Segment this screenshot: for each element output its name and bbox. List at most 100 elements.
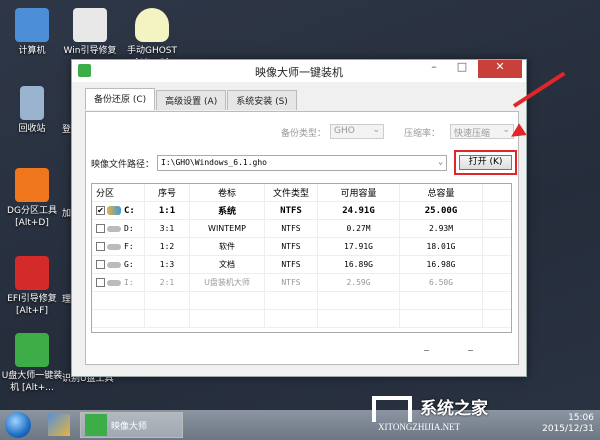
column-header[interactable]: 可用容量 xyxy=(318,184,400,201)
desktop-icon-computer[interactable]: 计算机 xyxy=(0,8,64,57)
chevron-down-icon: ⌄ xyxy=(372,125,380,135)
cell-number: 3:1 xyxy=(145,220,190,237)
table-row[interactable]: D: 3:1 WINTEMP NTFS 0.27M 2.93M xyxy=(92,220,511,238)
row-checkbox[interactable] xyxy=(96,242,105,251)
column-header[interactable]: 总容量 xyxy=(400,184,483,201)
first-aid-kit-icon xyxy=(73,8,107,42)
compress-value: 快速压缩 xyxy=(454,129,491,139)
cell-number: 1:1 xyxy=(145,202,190,219)
image-path-input[interactable]: I:\GHO\Windows_6.1.gho ⌄ xyxy=(157,155,447,171)
cell-label: 文档 xyxy=(190,256,265,273)
maximize-button[interactable]: □ xyxy=(448,60,476,78)
compress-select[interactable]: 快速压缩 ⌄ xyxy=(450,124,514,139)
drive-icon xyxy=(107,225,121,232)
recycle-bin-icon xyxy=(20,86,44,120)
taskbar-app-label: 映像大师 xyxy=(111,421,148,432)
start-button[interactable] xyxy=(5,412,31,438)
cell-total: 2.93M xyxy=(400,220,483,237)
desktop-icon-recycle-bin[interactable]: 回收站 xyxy=(0,86,64,135)
table-row[interactable]: I: 2:1 U盘装机大师 NTFS 2.59G 6.50G xyxy=(92,274,511,292)
watermark: 系统之家 xyxy=(372,394,488,422)
backup-type-select[interactable]: GHO ⌄ xyxy=(330,124,384,139)
open-button[interactable]: 打开 (K) xyxy=(459,155,512,170)
cell-filesystem: NTFS xyxy=(265,202,318,219)
separator xyxy=(424,350,429,351)
column-header[interactable]: 卷标 xyxy=(190,184,265,201)
cell-number: 2:1 xyxy=(145,274,190,291)
desktop-icon-efi[interactable]: EFI引导修复 [Alt+F] xyxy=(0,256,64,317)
desktop-icon-dg[interactable]: DG分区工具 [Alt+D] xyxy=(0,168,64,229)
minimize-button[interactable]: – xyxy=(420,60,448,78)
toolbox-icon xyxy=(15,256,49,290)
drive-icon xyxy=(107,243,121,250)
computer-icon xyxy=(15,8,49,42)
column-header[interactable]: 序号 xyxy=(145,184,190,201)
path-label: 映像文件路径： xyxy=(91,160,155,170)
row-checkbox[interactable] xyxy=(96,278,105,287)
desktop-icon-win-repair[interactable]: Win引导修复 xyxy=(58,8,122,57)
icon-label: DG分区工具 [Alt+D] xyxy=(7,206,57,228)
drive-icon xyxy=(107,279,121,286)
house-logo-icon xyxy=(372,396,412,422)
cell-filesystem: NTFS xyxy=(265,256,318,273)
column-header[interactable]: 分区 xyxy=(92,184,145,201)
cell-free: 17.91G xyxy=(318,238,400,255)
desktop-icon-upan[interactable]: U盘大师一键装机 [Alt+... xyxy=(0,333,64,394)
icon-label: 回收站 xyxy=(18,124,46,134)
tab-system-install[interactable]: 系统安装 (S) xyxy=(227,90,297,110)
title-bar[interactable]: 映像大师一键装机 – □ ✕ xyxy=(72,60,526,82)
icon-label: U盘大师一键装机 [Alt+... xyxy=(1,371,63,393)
clipped-label: 登 xyxy=(62,125,72,135)
separator xyxy=(468,350,473,351)
cell-total: 16.98G xyxy=(400,256,483,273)
cell-label: WINTEMP xyxy=(190,220,265,237)
cell-free: 16.89G xyxy=(318,256,400,273)
cell-drive: G: xyxy=(124,260,134,269)
cell-filesystem: NTFS xyxy=(265,238,318,255)
cell-drive: D: xyxy=(124,224,134,233)
backup-type-value: GHO xyxy=(334,126,355,136)
cell-drive: C: xyxy=(124,205,135,216)
cell-label: U盘装机大师 xyxy=(190,274,265,291)
pinned-app-icon[interactable] xyxy=(48,414,70,436)
app-icon xyxy=(85,414,107,436)
tab-backup-restore[interactable]: 备份还原 (C) xyxy=(85,88,156,110)
time: 15:06 xyxy=(568,413,594,423)
cell-free: 2.59G xyxy=(318,274,400,291)
cell-number: 1:2 xyxy=(145,238,190,255)
icon-label: 计算机 xyxy=(18,46,46,56)
watermark-url: XITONGZHIJIA.NET xyxy=(378,422,461,432)
partition-table: 分区 序号 卷标 文件类型 可用容量 总容量 ✔ C: 1:1 系统 NTFS 2… xyxy=(91,183,512,333)
cell-label: 软件 xyxy=(190,238,265,255)
backup-restore-panel: 备份类型： GHO ⌄ 压缩率： 快速压缩 ⌄ 映像文件路径： I:\GHO\Win… xyxy=(85,111,519,365)
icon-label: Win引导修复 xyxy=(63,46,117,56)
clock[interactable]: 15:06 2015/12/31 xyxy=(542,413,594,435)
dg-icon xyxy=(15,168,49,202)
cell-total: 25.00G xyxy=(400,202,483,219)
compress-label: 压缩率： xyxy=(404,129,441,139)
cell-total: 6.50G xyxy=(400,274,483,291)
table-row[interactable]: ✔ C: 1:1 系统 NTFS 24.91G 25.00G xyxy=(92,202,511,220)
path-value: I:\GHO\Windows_6.1.gho xyxy=(161,158,267,167)
row-checkbox[interactable]: ✔ xyxy=(96,206,105,215)
cell-filesystem: NTFS xyxy=(265,220,318,237)
drive-icon xyxy=(107,206,121,215)
row-checkbox[interactable] xyxy=(96,224,105,233)
table-row[interactable]: F: 1:2 软件 NTFS 17.91G 18.01G xyxy=(92,238,511,256)
backup-type-label: 备份类型： xyxy=(281,129,327,139)
cell-number: 1:3 xyxy=(145,256,190,273)
table-row[interactable]: G: 1:3 文档 NTFS 16.89G 16.98G xyxy=(92,256,511,274)
cell-total: 18.01G xyxy=(400,238,483,255)
tab-advanced[interactable]: 高级设置 (A) xyxy=(156,90,227,110)
icon-label: EFI引导修复 [Alt+F] xyxy=(7,294,57,316)
column-header[interactable]: 文件类型 xyxy=(265,184,318,201)
close-button[interactable]: ✕ xyxy=(478,60,522,78)
installer-window: 映像大师一键装机 – □ ✕ 备份还原 (C) 高级设置 (A) 系统安装 (S… xyxy=(71,59,527,377)
taskbar-app-button[interactable]: 映像大师 xyxy=(80,412,183,438)
drive-icon xyxy=(107,261,121,268)
cell-drive: I: xyxy=(124,278,134,287)
cell-drive: F: xyxy=(124,242,134,251)
refresh-icon xyxy=(15,333,49,367)
row-checkbox[interactable] xyxy=(96,260,105,269)
ghost-icon xyxy=(135,8,169,42)
